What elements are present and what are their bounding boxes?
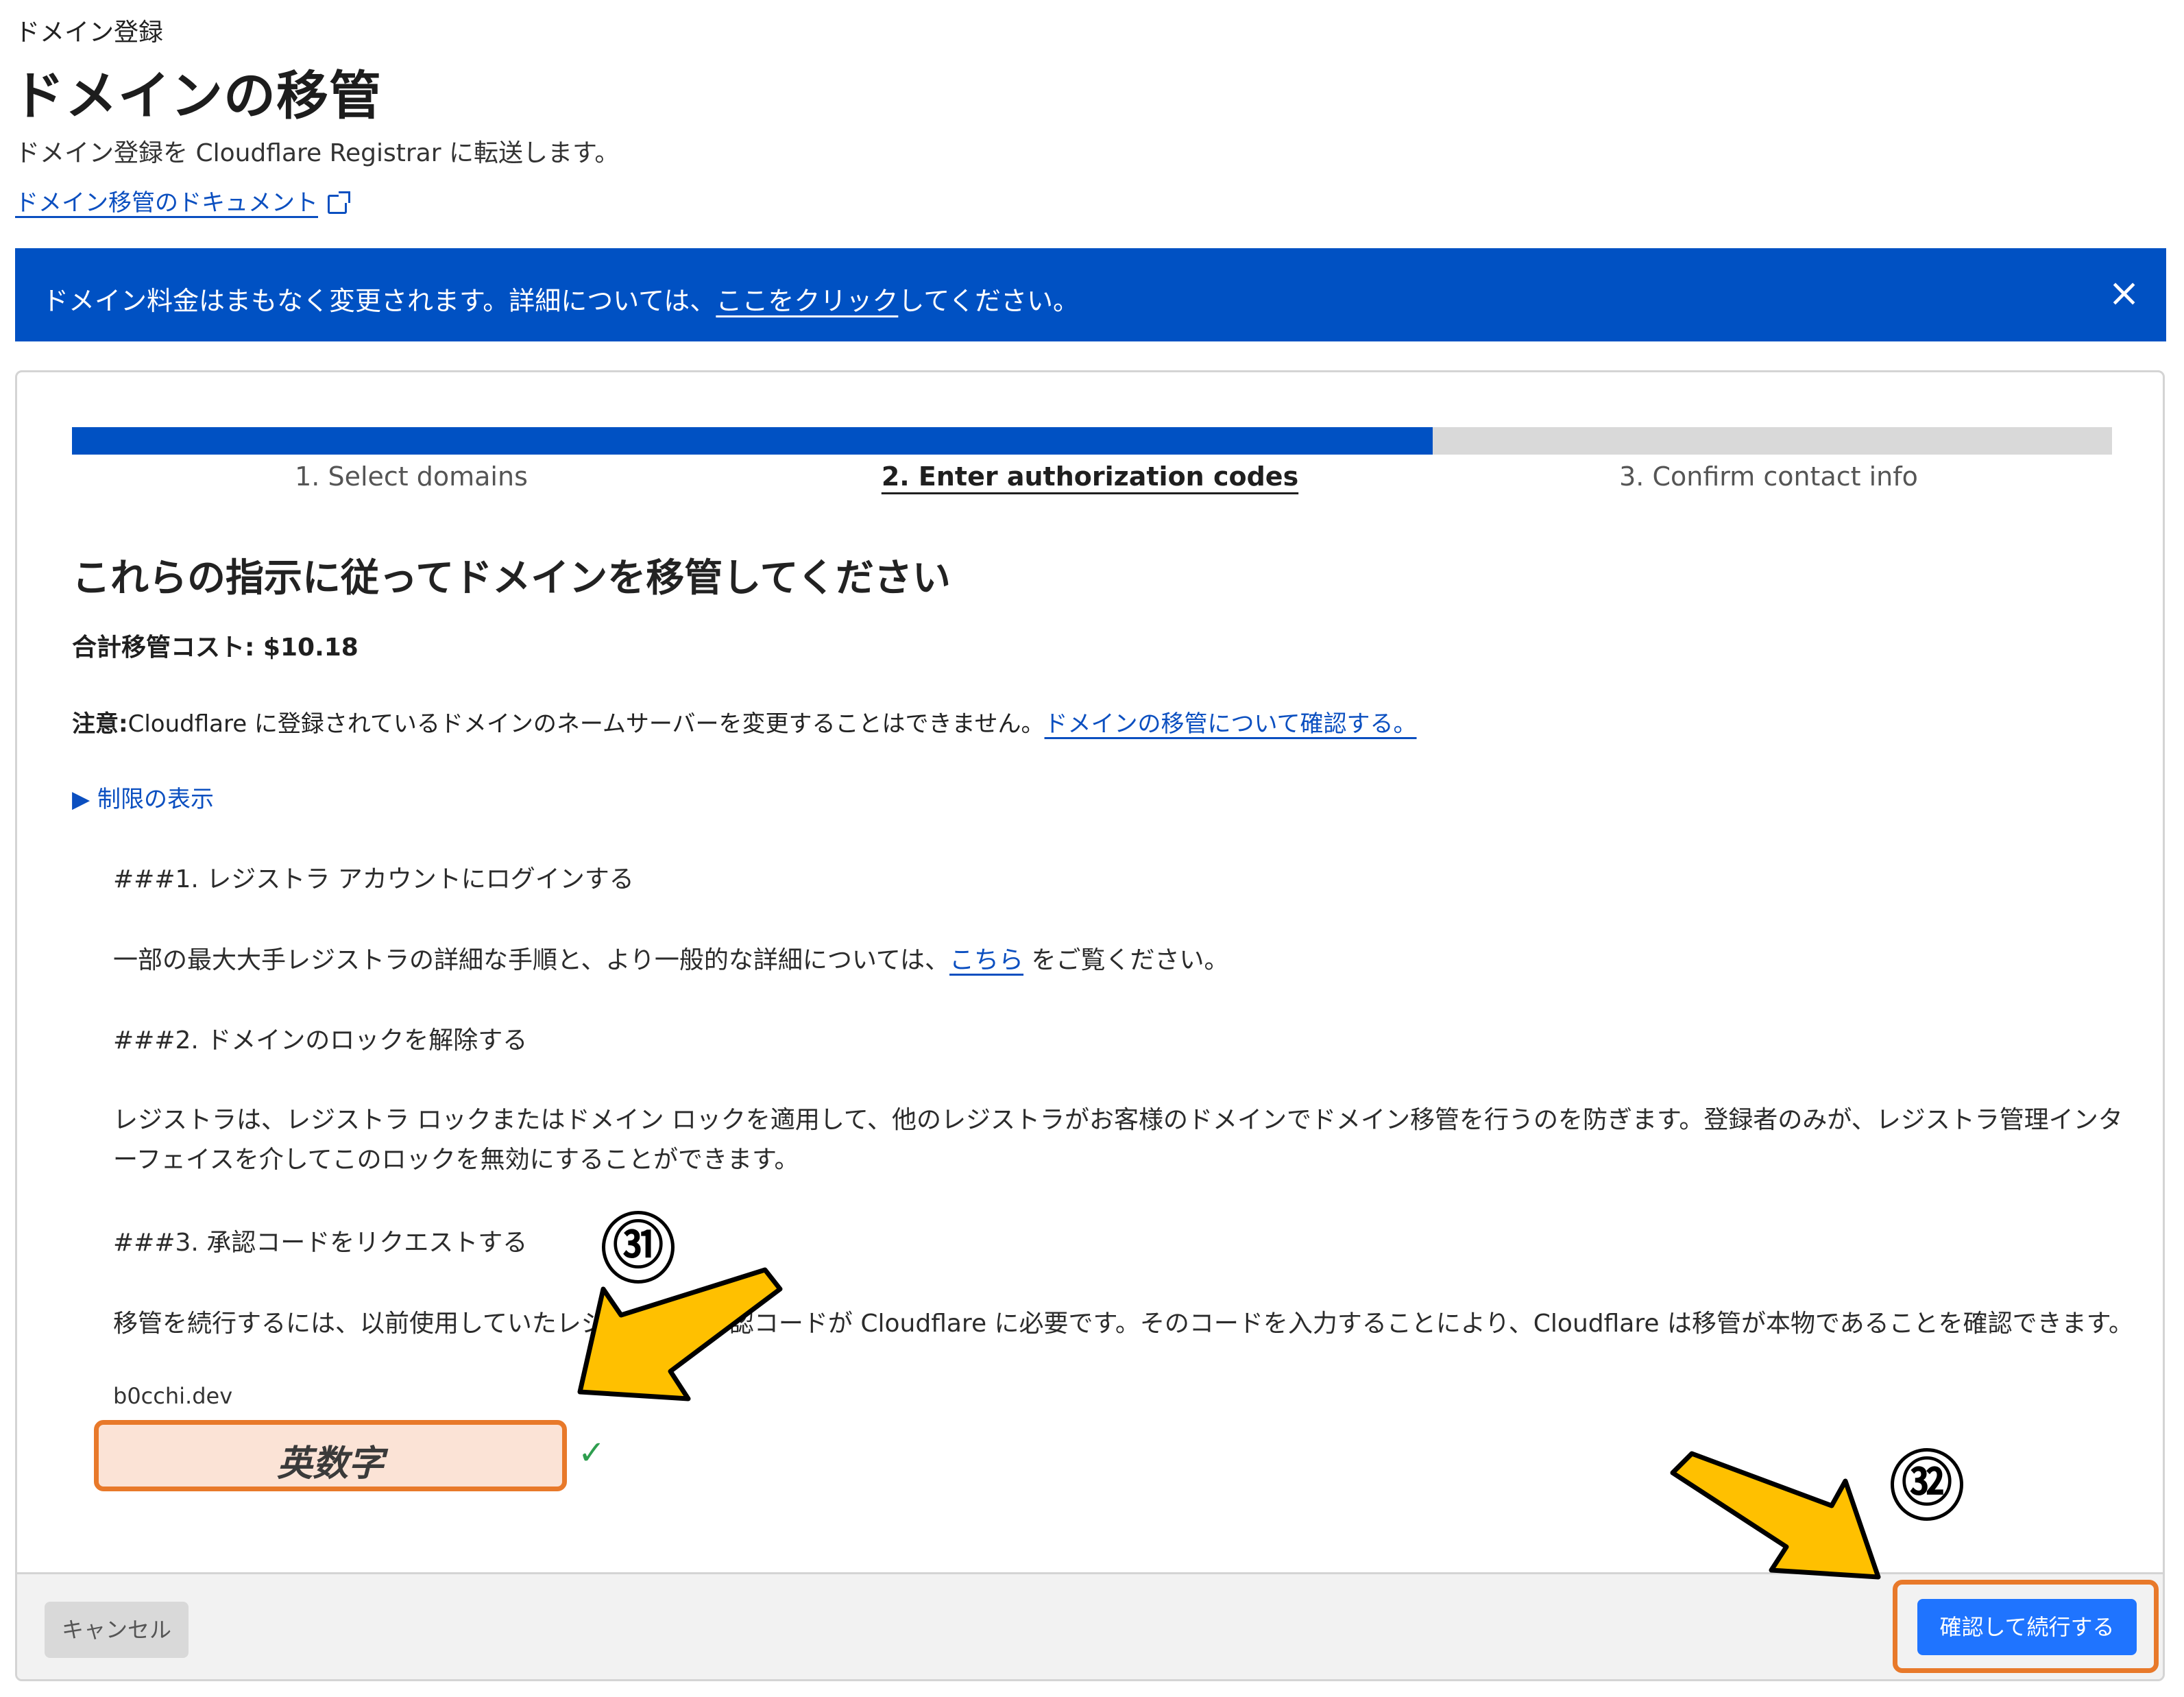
- arrow-31: [577, 1267, 1881, 1580]
- step-badge-32: ㉜: [1891, 1448, 1963, 1521]
- step-badge-31: ㉛: [602, 1211, 675, 1284]
